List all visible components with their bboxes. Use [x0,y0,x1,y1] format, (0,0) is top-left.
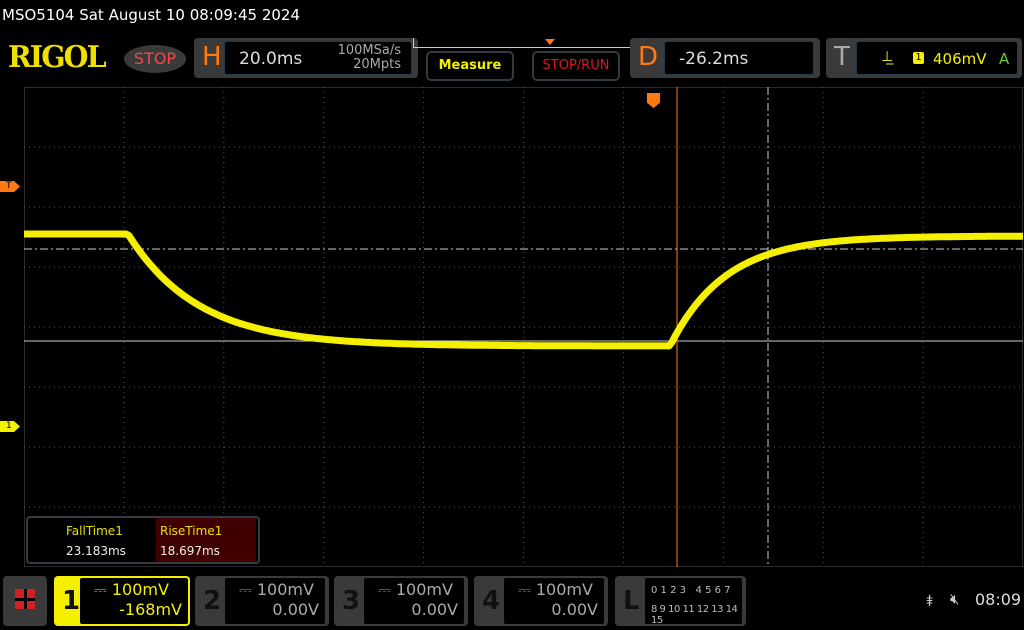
channel-offset: 0.00V [411,600,458,619]
speaker-muted-icon[interactable]: 🔇︎ [950,590,959,608]
channel-scale-value: 100mV [111,580,169,599]
channel-scale-value: 100mV [535,580,593,599]
grid-menu-icon [15,589,35,609]
window-title: MSO5104 Sat August 10 08:09:45 2024 [2,6,301,24]
menu-button[interactable] [3,576,47,626]
measurement-fall-time: FallTime1 23.183ms [28,518,152,562]
rising-edge-icon: ⊥̲ [881,49,894,65]
logic-letter: L [623,586,640,616]
trigger-position-marker-icon [545,39,555,45]
measurement-label: FallTime1 [66,524,123,538]
stop-run-button[interactable]: STOP/RUN [532,51,620,81]
channel-2-button[interactable]: 2 ⎓ 100mV 0.00V [195,576,329,626]
measurement-value: 18.697ms [160,544,220,558]
sample-rate: 100MSa/s [337,43,401,58]
waveform-overview-bar[interactable] [413,38,634,48]
horizontal-panel[interactable]: H 20.0ms 100MSa/s 20Mpts [194,38,418,78]
channel-scale: ⎓ 100mV [94,580,169,600]
dc-coupling-icon: ⎓ [239,580,257,599]
dc-coupling-icon: ⎓ [378,580,396,599]
measurement-panel: FallTime1 23.183ms RiseTime1 18.697ms [26,516,260,564]
dc-coupling-icon: ⎓ [518,580,536,599]
channel1-offset-marker[interactable]: 1 [0,421,20,432]
delay-letter: D [638,42,659,72]
measurement-value: 23.183ms [66,544,126,558]
trigger-letter: T [834,42,850,72]
channel-scale-value: 100mV [395,580,453,599]
trigger-source-badge: 1 [913,52,924,64]
logic-channels-row1: 0 1 2 3 4 5 6 7 [651,585,731,596]
logic-channels-row2: 8 9 10 11 12 13 14 15 [651,604,738,626]
channel-3-button[interactable]: 3 ⎓ 100mV 0.00V [334,576,468,626]
channel-number: 3 [342,586,361,616]
channel-offset: 0.00V [551,600,598,619]
measure-button[interactable]: Measure [426,51,514,81]
clock: 08:09 [975,590,1022,609]
channel-number: 2 [203,586,222,616]
trigger-level: 406mV [933,50,987,68]
rigol-logo: RIGOL [8,40,107,75]
trigger-panel[interactable]: T ⊥̲ 1 406mV A [826,38,1022,78]
channel1-waveform [24,230,1023,350]
channel-scale-value: 100mV [256,580,314,599]
channel-4-button[interactable]: 4 ⎓ 100mV 0.00V [474,576,608,626]
channel-number: 1 [62,586,81,616]
horizontal-letter: H [202,42,222,72]
trigger-level-marker[interactable]: T [0,181,20,192]
waveform-display[interactable] [24,87,1023,567]
timebase-value: 20.0ms [239,49,303,69]
delay-value: -26.2ms [679,49,749,69]
memory-depth: 20Mpts [353,57,401,72]
channel-offset: 0.00V [272,600,319,619]
usb-icon: ⯒ [926,591,934,610]
channel-1-button[interactable]: 1 ⎓ 100mV -168mV [54,576,190,626]
measurement-rise-time: RiseTime1 18.697ms [156,518,256,562]
delay-panel[interactable]: D -26.2ms [630,38,820,78]
run-state-badge[interactable]: STOP [124,45,186,73]
logic-analyzer-button[interactable]: L 0 1 2 3 4 5 6 7 8 9 10 11 12 13 14 15 [615,576,746,626]
channel-offset: -168mV [119,600,182,619]
trigger-mode: A [999,50,1010,68]
dc-coupling-icon: ⎓ [94,580,112,599]
channel-number: 4 [482,586,501,616]
measurement-label: RiseTime1 [160,524,223,538]
